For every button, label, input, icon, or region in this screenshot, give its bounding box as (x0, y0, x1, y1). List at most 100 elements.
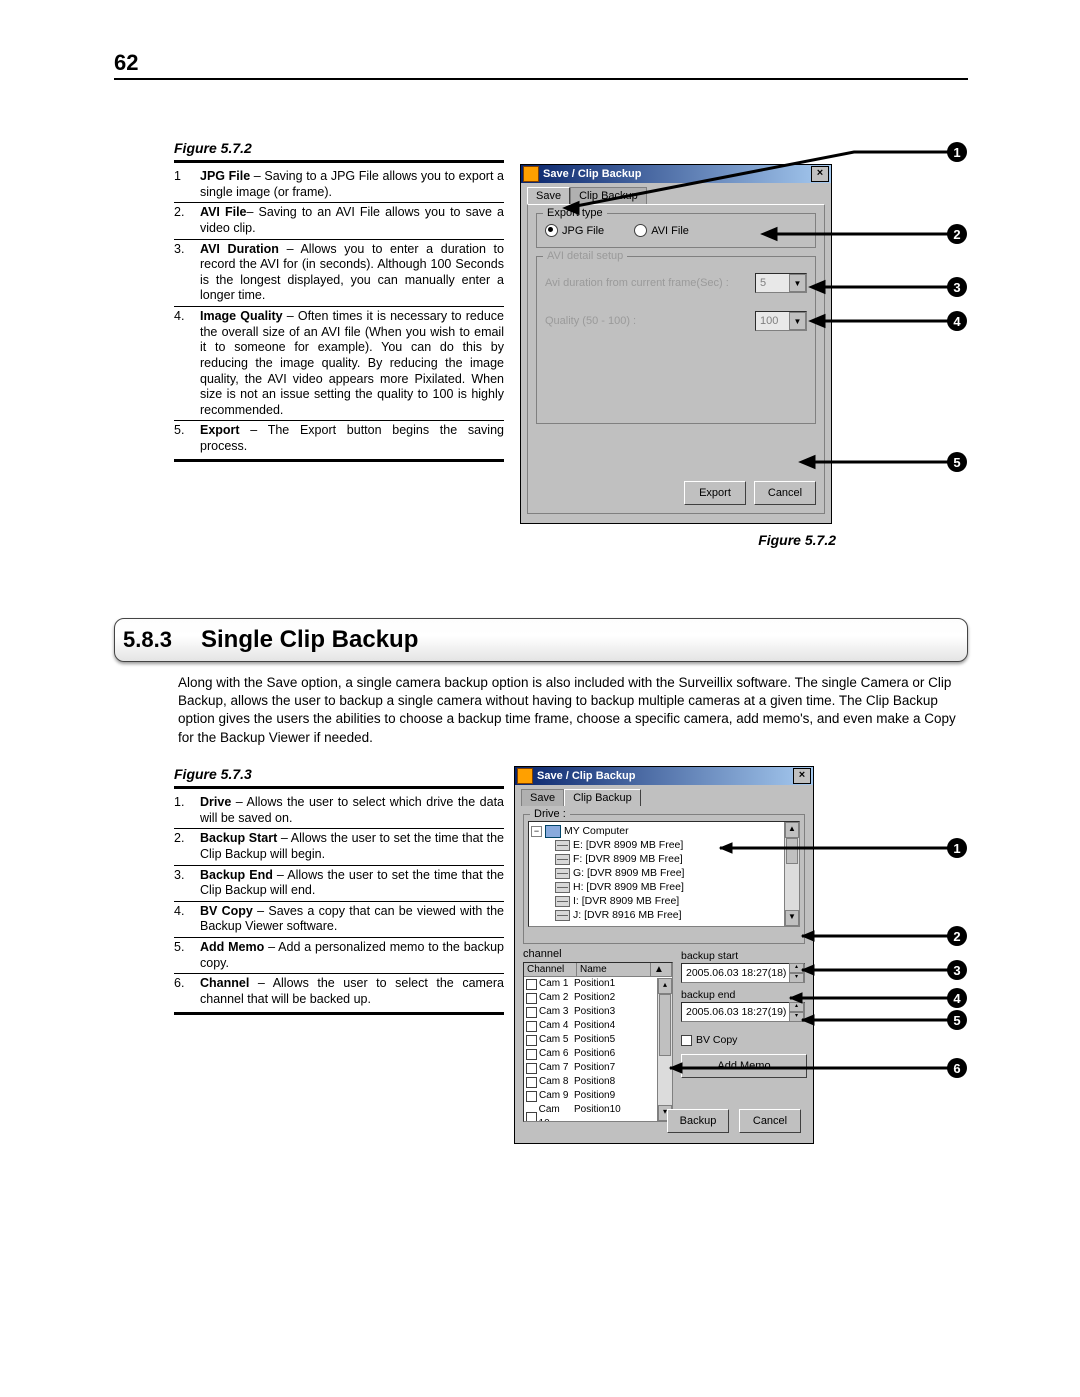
table-row[interactable]: Cam 1Position1 (524, 977, 672, 991)
description-list-572: 1JPG File – Saving to a JPG File allows … (174, 169, 504, 455)
scroll-down-icon[interactable]: ▼ (785, 910, 799, 926)
label-backup-end: backup end (681, 989, 805, 1001)
spinner-icon[interactable]: ▴▾ (789, 1002, 804, 1022)
close-icon[interactable]: × (811, 166, 829, 182)
dropdown-quality[interactable]: 100 ▼ (755, 311, 807, 331)
list-item-term: Image Quality (200, 309, 283, 323)
chevron-down-icon: ▼ (789, 274, 806, 292)
list-item: 2.AVI File– Saving to an AVI File allows… (174, 205, 504, 236)
dropdown-avi-duration[interactable]: 5 ▼ (755, 273, 807, 293)
list-item: 3.Backup End – Allows the user to set th… (174, 868, 504, 899)
cancel-button[interactable]: Cancel (754, 481, 816, 505)
section-573: Figure 5.7.3 1.Drive – Allows the user t… (174, 766, 968, 1246)
checkbox-icon[interactable] (526, 979, 537, 990)
list-item-text: BV Copy – Saves a copy that can be viewe… (200, 904, 504, 935)
table-row[interactable]: Cam 7Position7 (524, 1061, 672, 1075)
add-memo-button[interactable]: Add Memo (681, 1054, 807, 1078)
close-icon[interactable]: × (793, 768, 811, 784)
list-item-term: Backup Start (200, 831, 277, 845)
channel-id: Cam 4 (539, 1019, 568, 1033)
checkbox-icon (681, 1035, 692, 1046)
input-backup-end[interactable]: 2005.06.03 18:27(19) ▴▾ (681, 1002, 805, 1022)
label-backup-start: backup start (681, 950, 805, 962)
checkbox-icon[interactable] (526, 1077, 537, 1088)
list-separator (174, 420, 504, 421)
list-item: 1.Drive – Allows the user to select whic… (174, 795, 504, 826)
fieldset-avi-detail: AVI detail setup Avi duration from curre… (536, 256, 816, 424)
export-button[interactable]: Export (684, 481, 746, 505)
list-item-number: 1. (174, 795, 200, 826)
spinner-icon[interactable]: ▴▾ (789, 963, 804, 983)
scroll-thumb[interactable] (659, 994, 671, 1056)
backup-start-value: 2005.06.03 18:27(18) (686, 967, 786, 979)
radio-avi-label: AVI File (651, 225, 689, 237)
tab-clip-backup[interactable]: Clip Backup (570, 187, 647, 204)
list-item-text: JPG File – Saving to a JPG File allows y… (200, 169, 504, 200)
channel-label: channel (523, 948, 673, 960)
table-row[interactable]: Cam 4Position4 (524, 1019, 672, 1033)
dialog-save-clip-backup-2: Save / Clip Backup × Save Clip Backup Dr… (514, 766, 814, 1144)
list-item-text: Drive – Allows the user to select which … (200, 795, 504, 826)
scrollbar[interactable]: ▲ ▼ (784, 822, 799, 926)
table-row[interactable]: Cam 6Position6 (524, 1047, 672, 1061)
scrollbar[interactable]: ▴ ▾ (657, 978, 672, 1121)
list-separator (174, 937, 504, 938)
checkbox-icon[interactable] (526, 1063, 537, 1074)
checkbox-icon[interactable] (526, 1049, 537, 1060)
callout-2: 2 (947, 224, 967, 244)
callout-5: 5 (947, 1010, 967, 1030)
tree-collapse-icon[interactable]: − (531, 826, 542, 837)
cancel-button[interactable]: Cancel (739, 1109, 801, 1133)
checkbox-icon[interactable] (526, 1021, 537, 1032)
checkbox-icon[interactable] (526, 1112, 537, 1123)
table-row[interactable]: Cam 5Position5 (524, 1033, 672, 1047)
scroll-up-icon[interactable]: ▴ (658, 978, 672, 994)
list-item: 4.Image Quality – Often times it is nece… (174, 309, 504, 418)
list-item-term: BV Copy (200, 904, 253, 918)
tab-clip-backup[interactable]: Clip Backup (564, 789, 641, 806)
tab-save[interactable]: Save (521, 789, 564, 806)
checkbox-icon[interactable] (526, 993, 537, 1004)
scroll-thumb[interactable] (786, 838, 798, 864)
table-row[interactable]: Cam 8Position8 (524, 1075, 672, 1089)
channel-table-header: Channel Name ▲ (524, 963, 672, 977)
checkbox-icon[interactable] (526, 1091, 537, 1102)
drive-tree[interactable]: − MY Computer E: [DVR 8909 MB Free]F: [D… (528, 821, 800, 927)
drive-label: J: [DVR 8916 MB Free] (573, 908, 682, 922)
tree-drive-item[interactable]: I: [DVR 8909 MB Free] (555, 894, 797, 908)
tree-my-computer[interactable]: − MY Computer (531, 824, 797, 838)
tree-drive-item[interactable]: E: [DVR 8909 MB Free] (555, 838, 797, 852)
scroll-up-icon[interactable]: ▲ (651, 963, 672, 976)
col-channel[interactable]: Channel (524, 963, 577, 976)
callout-6: 6 (947, 1058, 967, 1078)
tree-drive-item[interactable]: F: [DVR 8909 MB Free] (555, 852, 797, 866)
tab-save[interactable]: Save (527, 187, 570, 204)
figure-572-label-bottom: Figure 5.7.2 (758, 532, 836, 548)
section-572: Figure 5.7.2 1JPG File – Saving to a JPG… (174, 140, 968, 570)
backup-button[interactable]: Backup (667, 1109, 729, 1133)
channel-table[interactable]: Channel Name ▲ Cam 1Position1Cam 2Positi… (523, 962, 673, 1122)
drive-label: I: [DVR 8909 MB Free] (573, 894, 679, 908)
computer-icon (545, 825, 561, 838)
table-row[interactable]: Cam 9Position9 (524, 1089, 672, 1103)
list-item-text: Backup Start – Allows the user to set th… (200, 831, 504, 862)
col-name[interactable]: Name (577, 963, 651, 976)
tree-drive-item[interactable]: H: [DVR 8909 MB Free] (555, 880, 797, 894)
callout-1: 1 (947, 142, 967, 162)
input-backup-start[interactable]: 2005.06.03 18:27(18) ▴▾ (681, 963, 805, 983)
checkbox-bv-copy[interactable]: BV Copy (681, 1034, 805, 1046)
drive-icon (555, 854, 570, 865)
tree-drive-item[interactable]: J: [DVR 8916 MB Free] (555, 908, 797, 922)
table-row[interactable]: Cam 3Position3 (524, 1005, 672, 1019)
radio-avi-file[interactable]: AVI File (634, 224, 689, 237)
list-separator (174, 202, 504, 203)
list-separator (174, 865, 504, 866)
tree-drive-item[interactable]: G: [DVR 8909 MB Free] (555, 866, 797, 880)
table-row[interactable]: Cam 2Position2 (524, 991, 672, 1005)
radio-jpg-file[interactable]: JPG File (545, 224, 604, 237)
scroll-up-icon[interactable]: ▲ (785, 822, 799, 838)
checkbox-icon[interactable] (526, 1007, 537, 1018)
drive-label: F: [DVR 8909 MB Free] (573, 852, 683, 866)
checkbox-icon[interactable] (526, 1035, 537, 1046)
table-row[interactable]: Cam 10Position10 (524, 1103, 672, 1122)
